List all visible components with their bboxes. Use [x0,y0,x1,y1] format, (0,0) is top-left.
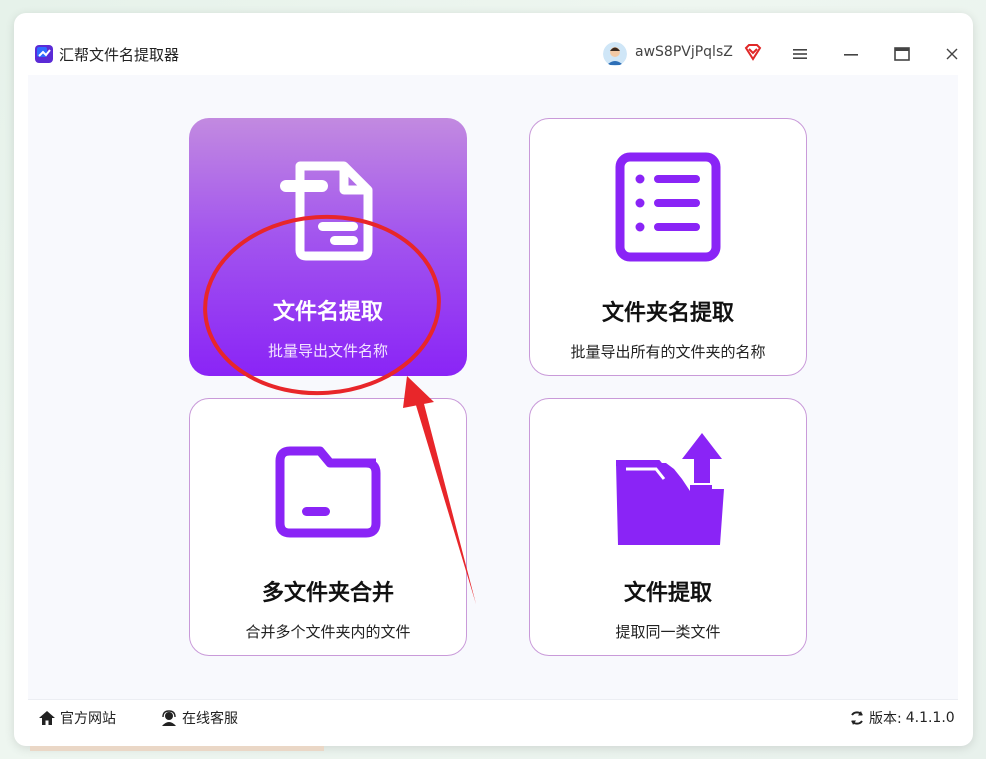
online-support-label: 在线客服 [182,711,238,727]
vip-diamond-icon[interactable] [743,42,763,62]
version-number: 4.1.1.0 [905,710,955,726]
minimize-button[interactable] [838,41,864,67]
title-bar: 汇帮文件名提取器 awS8PVjPqlsZ [14,33,973,75]
username[interactable]: awS8PVjPqlsZ [635,44,733,60]
close-button[interactable] [939,41,965,67]
card-folder-merge[interactable]: 多文件夹合并 合并多个文件夹内的文件 [189,398,467,656]
card-file-extract[interactable]: 文件提取 提取同一类文件 [529,398,807,656]
card-filename-extract[interactable]: 文件名提取 批量导出文件名称 [189,118,467,376]
close-icon [946,48,958,60]
version-label: 版本: [869,711,902,727]
user-avatar[interactable] [603,42,627,66]
file-document-icon [280,161,373,261]
card-description: 批量导出所有的文件夹的名称 [570,343,766,361]
card-foldername-extract[interactable]: 文件夹名提取 批量导出所有的文件夹的名称 [529,118,807,376]
home-icon [39,711,55,725]
support-agent-icon [162,710,176,726]
online-support-link[interactable]: 在线客服 [160,708,238,728]
refresh-icon [851,711,863,725]
card-description: 批量导出文件名称 [267,342,388,360]
app-title: 汇帮文件名提取器 [59,46,180,64]
card-title: 文件夹名提取 [601,301,734,326]
main-content: 文件名提取 批量导出文件名称 文件夹名提取 批量导出所有的文件夹的名称 多文件夹… [28,75,958,699]
menu-button[interactable] [787,41,813,67]
hamburger-icon [793,49,807,59]
card-description: 合并多个文件夹内的文件 [245,623,411,641]
minimize-icon [844,54,858,56]
official-website-label: 官方网站 [60,711,116,727]
official-website-link[interactable]: 官方网站 [38,708,116,728]
app-logo-icon [35,45,53,63]
card-title: 文件提取 [623,581,712,606]
version-info[interactable]: 版本: 4.1.1.0 [849,708,955,728]
list-document-icon [615,152,721,262]
maximize-icon [894,47,910,61]
card-title: 文件名提取 [272,300,383,325]
maximize-button[interactable] [889,41,915,67]
status-bar: 官方网站 在线客服 版本: 4.1.1.0 [28,699,958,734]
folder-upload-icon [616,433,724,545]
card-description: 提取同一类文件 [615,623,721,641]
taskbar-hint [30,746,324,751]
folder-icon [275,446,381,538]
card-title: 多文件夹合并 [261,581,394,606]
app-window: 汇帮文件名提取器 awS8PVjPqlsZ 文件名提取 批量导出文件名称 文件夹… [14,13,973,746]
